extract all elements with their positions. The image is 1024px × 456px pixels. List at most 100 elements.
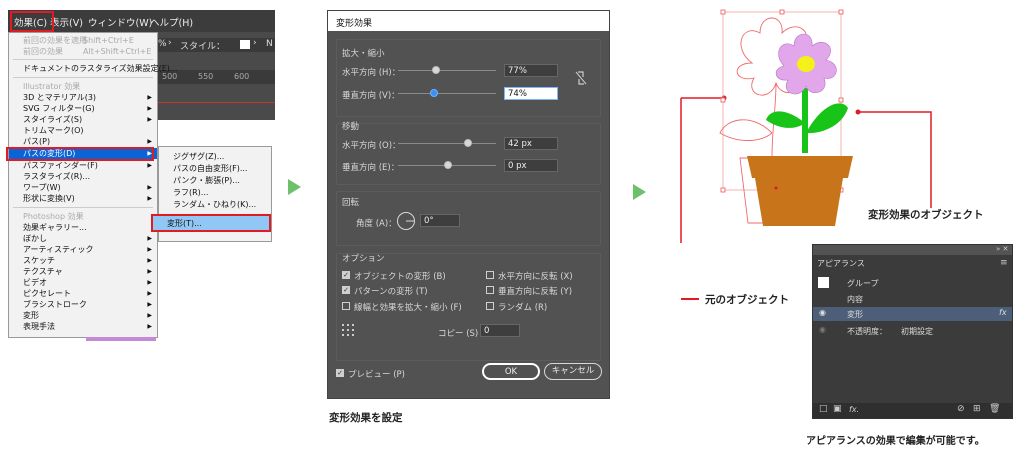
- menu-item-doc-raster[interactable]: ドキュメントのラスタライズ効果設定(E)...: [9, 63, 178, 74]
- row-group[interactable]: グループ: [813, 276, 1012, 290]
- checkbox-flip-x[interactable]: [486, 271, 494, 279]
- chevron-right-icon: ▶: [147, 257, 152, 264]
- slider-knob[interactable]: [444, 161, 452, 169]
- clear-icon[interactable]: ⊘: [957, 404, 965, 414]
- submenu-item[interactable]: ラフ(R)...: [159, 187, 271, 198]
- n-label: N: [266, 39, 273, 49]
- chevron-right-icon: ▶: [147, 246, 152, 253]
- copy-label: コピー (S): [438, 329, 479, 339]
- duplicate-icon[interactable]: ⊞: [973, 404, 981, 414]
- menu-item[interactable]: スタイライズ(S) ▶: [9, 114, 157, 125]
- collapse-icon[interactable]: » ✕: [996, 245, 1008, 253]
- chevron-down-icon[interactable]: ›: [253, 38, 257, 48]
- arrow-right-icon: [633, 184, 646, 200]
- percent-label: %: [158, 39, 167, 49]
- menu-item[interactable]: スケッチ ▶: [9, 255, 157, 266]
- checkbox-preview[interactable]: ✓: [336, 369, 344, 377]
- h-scale-slider[interactable]: [398, 70, 496, 71]
- slider-knob[interactable]: [432, 66, 440, 74]
- menu-item[interactable]: ぼかし ▶: [9, 233, 157, 244]
- submenu-item[interactable]: ジグザグ(Z)...: [159, 151, 271, 162]
- row-opacity[interactable]: ◉ 不透明度： 初期設定: [813, 324, 1012, 338]
- section-header: 回転: [342, 198, 360, 208]
- field-label: 垂直方向 (E)：: [342, 163, 400, 173]
- angle-dial-icon[interactable]: [396, 211, 416, 231]
- submenu-item[interactable]: パスの自由変形(F)...: [159, 163, 271, 174]
- fx-icon[interactable]: fx: [999, 308, 1007, 317]
- row-label: グループ: [847, 279, 879, 288]
- checkbox-pattern[interactable]: ✓: [342, 286, 350, 294]
- chevron-right-icon: ▶: [147, 162, 152, 169]
- checkbox-random[interactable]: [486, 302, 494, 310]
- visibility-eye-icon[interactable]: ◉: [819, 325, 826, 334]
- h-scale-input[interactable]: 77%: [504, 64, 558, 77]
- menu-item[interactable]: 効果ギャラリー...: [9, 222, 157, 233]
- copy-input[interactable]: 0: [480, 324, 520, 337]
- menu-help[interactable]: ヘルプ(H): [150, 15, 193, 29]
- section-header-illustrator: Illustrator 効果: [23, 82, 81, 91]
- artwork-fragment: [86, 337, 156, 341]
- row-effect-transform[interactable]: ◉ 変形 fx: [813, 307, 1012, 321]
- add-effect-icon[interactable]: fx.: [849, 405, 859, 414]
- menu-item[interactable]: トリムマーク(O): [9, 125, 157, 136]
- style-swatch[interactable]: [240, 40, 250, 49]
- submenu-item[interactable]: パンク・膨張(P)...: [159, 175, 271, 186]
- menu-item[interactable]: ブラシストローク ▶: [9, 299, 157, 310]
- chevron-right-icon: ▶: [147, 195, 152, 202]
- checkbox-flip-y[interactable]: [486, 286, 494, 294]
- slider-knob[interactable]: [430, 89, 438, 97]
- menu-item[interactable]: ワープ(W) ▶: [9, 182, 157, 193]
- checkbox-label: 水平方向に反転 (X): [498, 272, 573, 282]
- menu-item[interactable]: 変形 ▶: [9, 310, 157, 321]
- shortcut-label: Alt+Shift+Ctrl+E: [83, 47, 152, 56]
- v-move-input[interactable]: 0 px: [504, 159, 558, 172]
- v-scale-slider[interactable]: [398, 93, 496, 94]
- panel-menu-icon[interactable]: ≡: [1000, 258, 1008, 268]
- checkbox-label: パターンの変形 (T): [354, 287, 428, 297]
- add-stroke-icon[interactable]: □: [819, 404, 828, 414]
- menu-item[interactable]: 3D とマテリアル(3) ▶: [9, 92, 157, 103]
- row-label: 変形: [847, 310, 863, 319]
- menu-item[interactable]: 形状に変換(V) ▶: [9, 193, 157, 204]
- menu-item[interactable]: パス(P) ▶: [9, 136, 157, 147]
- h-move-slider[interactable]: [398, 143, 496, 144]
- group-swatch: [818, 277, 829, 288]
- slider-knob[interactable]: [464, 139, 472, 147]
- guide-line: [158, 102, 275, 103]
- chevron-icon[interactable]: ›: [168, 38, 172, 48]
- menu-item[interactable]: ピクセレート ▶: [9, 288, 157, 299]
- angle-input[interactable]: 0°: [420, 214, 460, 227]
- menu-item[interactable]: SVG フィルター(G) ▶: [9, 103, 157, 114]
- ok-button[interactable]: OK: [482, 363, 540, 380]
- link-icon[interactable]: [575, 71, 587, 85]
- section-header: 拡大・縮小: [342, 49, 385, 59]
- h-move-input[interactable]: 42 px: [504, 137, 558, 150]
- menu-item[interactable]: アーティスティック ▶: [9, 244, 157, 255]
- add-fill-icon[interactable]: ▣: [833, 404, 842, 414]
- checkbox-stroke[interactable]: [342, 302, 350, 310]
- reference-point-icon[interactable]: [342, 324, 354, 336]
- menu-item[interactable]: テクスチャ ▶: [9, 266, 157, 277]
- checkbox-object[interactable]: ✓: [342, 271, 350, 279]
- visibility-eye-icon[interactable]: ◉: [819, 308, 826, 317]
- trash-icon[interactable]: 🗑: [989, 404, 1000, 414]
- chevron-right-icon: ▶: [147, 138, 152, 145]
- checkbox-label: ランダム (R): [498, 303, 548, 313]
- menu-view[interactable]: 表示(V): [50, 15, 83, 29]
- tab-appearance[interactable]: アピアランス: [817, 258, 865, 269]
- submenu-item[interactable]: ランダム・ひねり(K)...: [159, 199, 271, 210]
- menu-window[interactable]: ウィンドウ(W): [88, 15, 152, 29]
- menu-item[interactable]: ビデオ ▶: [9, 277, 157, 288]
- row-content[interactable]: 内容: [813, 292, 1012, 306]
- v-scale-input[interactable]: 74%: [504, 87, 558, 100]
- menu-bar: 効果(C) 表示(V) ウィンドウ(W) ヘルプ(H): [8, 10, 275, 32]
- menu-item[interactable]: ラスタライズ(R)...: [9, 171, 157, 182]
- menu-item[interactable]: 表現手法 ▶: [9, 321, 157, 332]
- menu-item[interactable]: パスファインダー(F) ▶: [9, 160, 157, 171]
- checkbox-label: オブジェクトの変形 (B): [354, 272, 446, 282]
- cancel-button[interactable]: キャンセル: [544, 363, 602, 380]
- chevron-right-icon: ▶: [147, 235, 152, 242]
- chevron-right-icon: ▶: [147, 312, 152, 319]
- style-control: % › スタイル： › N: [158, 38, 275, 52]
- move-section: [336, 123, 601, 185]
